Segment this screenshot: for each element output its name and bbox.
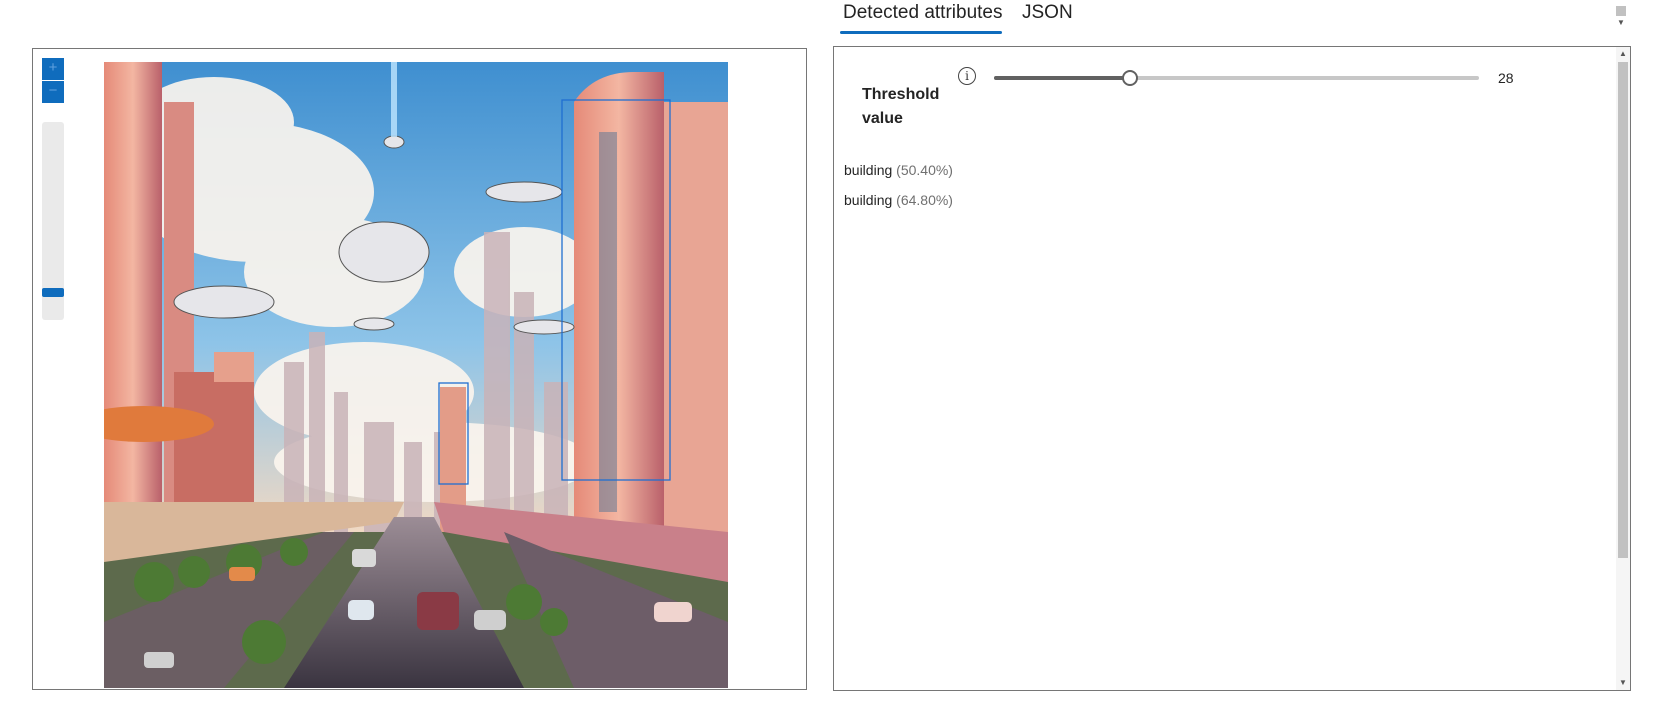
detection-confidence: (50.40%): [896, 162, 953, 178]
threshold-slider[interactable]: [994, 68, 1479, 88]
scrollbar-thumb[interactable]: [1618, 62, 1628, 558]
panel-scrollbar[interactable]: ▲ ▼: [1616, 47, 1630, 690]
tab-label: JSON: [1022, 2, 1073, 23]
zoom-slider-thumb[interactable]: [42, 288, 64, 298]
slider-thumb[interactable]: [1121, 70, 1138, 86]
list-item[interactable]: building (50.40%): [844, 155, 953, 185]
detected-attributes-panel: Threshold value i 28 building (50.40%) b…: [833, 46, 1631, 691]
detection-label: building: [844, 162, 893, 178]
tab-detected-attributes[interactable]: Detected attributes: [840, 0, 1002, 34]
active-tab-indicator: [840, 31, 1002, 34]
image-viewer: + −: [32, 48, 807, 690]
scrollbar-thumb[interactable]: [1616, 6, 1626, 16]
scroll-up-icon[interactable]: ▲: [1616, 47, 1630, 61]
tab-json[interactable]: JSON: [1022, 0, 1073, 34]
zoom-in-button[interactable]: +: [42, 58, 64, 80]
threshold-value: 28: [1498, 70, 1514, 86]
detection-confidence: (64.80%): [896, 192, 953, 208]
slider-fill: [994, 76, 1130, 80]
detections-list: building (50.40%) building (64.80%): [844, 155, 953, 215]
tab-label: Detected attributes: [843, 2, 1003, 23]
zoom-out-button[interactable]: −: [42, 81, 64, 103]
scroll-down-icon[interactable]: ▼: [1616, 676, 1630, 690]
page-scrollbar[interactable]: ▼: [1614, 0, 1628, 34]
analyzed-image: [104, 62, 728, 688]
zoom-slider[interactable]: [42, 122, 64, 320]
info-icon[interactable]: i: [958, 67, 976, 85]
detection-label: building: [844, 192, 893, 208]
city-illustration: [104, 62, 728, 688]
scroll-down-icon[interactable]: ▼: [1614, 18, 1628, 27]
threshold-label: Threshold value: [862, 86, 940, 127]
list-item[interactable]: building (64.80%): [844, 185, 953, 215]
